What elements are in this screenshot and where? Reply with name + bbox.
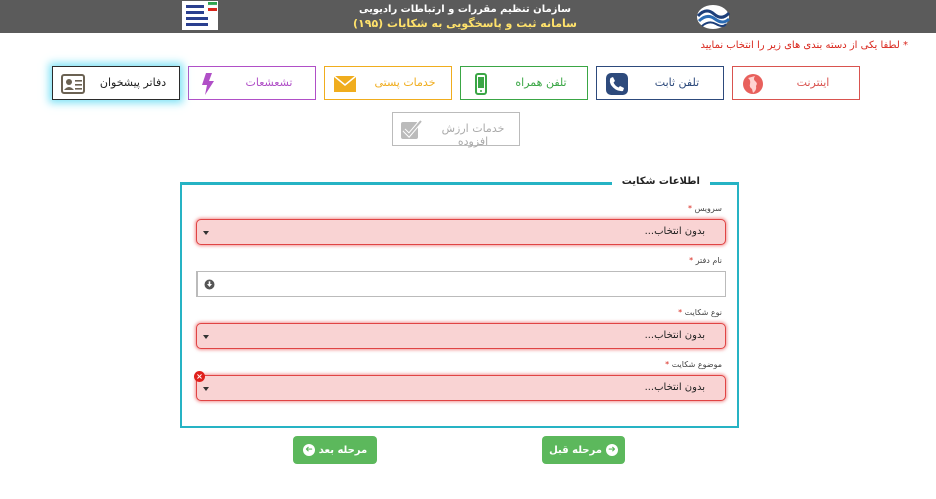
dropdown-arrow-icon [203,231,209,235]
category-postal[interactable]: خدمات پستی [324,66,452,100]
cra-logo-icon [696,5,731,29]
complaint-subject-select[interactable]: بدون انتخاب... [196,375,726,401]
checkbox-check-icon [401,119,423,139]
lightning-icon [202,73,214,95]
id-card-icon [61,74,85,94]
office-name-label-text: نام دفتر [695,256,722,265]
required-mark: * [689,256,694,265]
dropdown-arrow-icon [203,387,209,391]
complaint-subject-label: موضوع شکایت * [665,360,722,369]
ministry-emblem-icon [182,1,218,30]
phone-icon [606,73,628,95]
arrow-left-circle-icon: ➜ [302,444,315,456]
complaint-type-select[interactable]: بدون انتخاب... [196,323,726,349]
category-internet[interactable]: اینترنت [732,66,860,100]
category-mobile-label: تلفن همراه [515,76,567,89]
office-name-field[interactable] [196,271,726,297]
download-circle-icon [204,279,215,289]
header-title-system: سامانه ثبت و پاسخگویی به شکایات (۱۹۵) [352,17,577,30]
required-mark: * [688,204,693,213]
complaint-info-panel: اطلاعات شکایت سرویس * بدون انتخاب... نام… [180,176,739,428]
category-landline[interactable]: تلفن ثابت [596,66,724,100]
error-close-icon: × [194,371,205,382]
previous-step-label: مرحله قبل [549,444,602,456]
arrow-right-circle-icon: ➜ [605,444,618,456]
category-instruction: * لطفا یکی از دسته بندی های زیر را انتخا… [700,40,908,51]
service-select[interactable]: بدون انتخاب... [196,219,726,245]
dropdown-arrow-icon [203,335,209,339]
office-name-addon[interactable] [197,272,221,296]
header-title-org: سازمان تنظیم مقررات و ارتباطات رادیویی [358,4,571,15]
mobile-phone-icon [475,73,487,95]
service-label-text: سرویس [694,204,722,213]
category-value-added-services[interactable]: خدمات ارزش افزوده [392,112,520,148]
previous-step-button[interactable]: ➜ مرحله قبل [542,436,625,464]
globe-icon [743,74,763,94]
required-mark: * [678,308,683,317]
envelope-icon [333,75,357,92]
next-step-label: مرحله بعد [318,444,368,456]
complaint-subject-select-value: بدون انتخاب... [644,382,705,393]
category-offices-label: دفاتر پیشخوان [99,76,167,89]
complaint-type-select-value: بدون انتخاب... [644,330,705,341]
service-select-value: بدون انتخاب... [644,226,705,237]
next-step-button[interactable]: مرحله بعد ➜ [293,436,377,464]
category-vas-label: خدمات ارزش افزوده [441,122,505,148]
complaint-subject-label-text: موضوع شکایت [671,360,722,369]
category-radiation-label: تشعشعات [245,76,293,89]
category-landline-label: تلفن ثابت [654,76,700,89]
category-radiation[interactable]: تشعشعات [188,66,316,100]
office-name-input[interactable] [223,272,723,296]
required-mark: * [665,360,670,369]
service-label: سرویس * [688,204,722,213]
site-header: سازمان تنظیم مقررات و ارتباطات رادیویی س… [0,0,936,33]
complaint-type-label: نوع شکایت * [678,308,722,317]
category-internet-label: اینترنت [796,76,830,89]
category-mobile[interactable]: تلفن همراه [460,66,588,100]
category-postal-label: خدمات پستی [374,76,436,89]
complaint-type-label-text: نوع شکایت [684,308,722,317]
panel-title: اطلاعات شکایت [611,176,710,187]
office-name-label: نام دفتر * [689,256,722,265]
category-offices[interactable]: دفاتر پیشخوان [52,66,180,100]
